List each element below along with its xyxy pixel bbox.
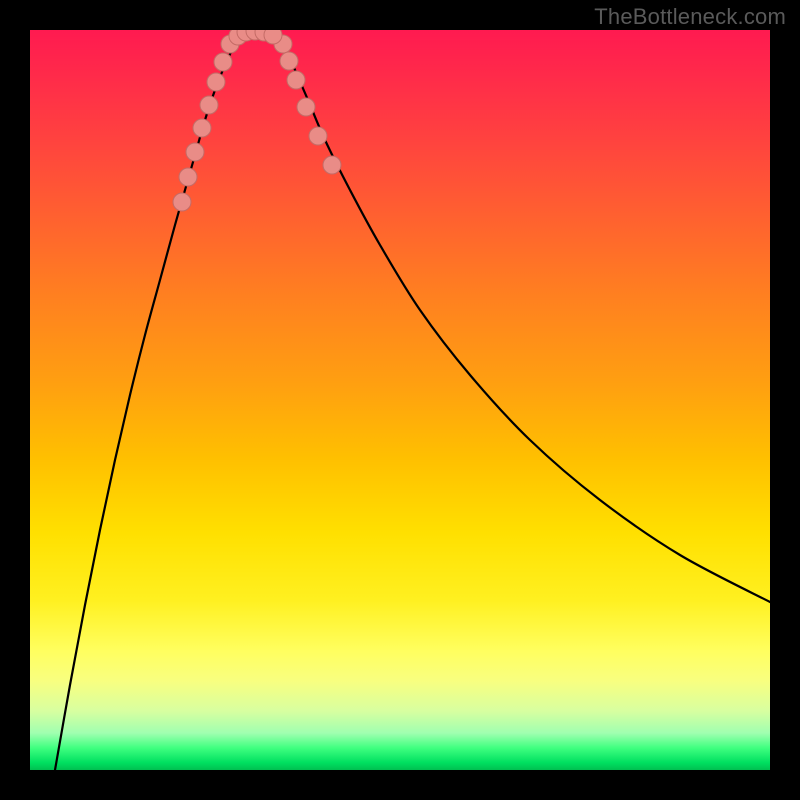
marker-markers-right-1 (280, 52, 298, 70)
marker-markers-bottom-4 (264, 30, 282, 44)
marker-markers-left-6 (214, 53, 232, 71)
curve-left-branch (55, 35, 240, 770)
marker-markers-left-4 (200, 96, 218, 114)
chart-svg (30, 30, 770, 770)
marker-markers-left-1 (179, 168, 197, 186)
marker-markers-left-0 (173, 193, 191, 211)
marker-markers-left-3 (193, 119, 211, 137)
watermark-text: TheBottleneck.com (594, 4, 786, 30)
marker-markers-left-2 (186, 143, 204, 161)
plot-area (30, 30, 770, 770)
marker-markers-right-5 (323, 156, 341, 174)
marker-markers-right-4 (309, 127, 327, 145)
marker-markers-right-2 (287, 71, 305, 89)
outer-frame: TheBottleneck.com (0, 0, 800, 800)
marker-markers-left-5 (207, 73, 225, 91)
curves-group (55, 31, 770, 770)
marker-markers-right-3 (297, 98, 315, 116)
curve-right-branch (278, 35, 770, 602)
